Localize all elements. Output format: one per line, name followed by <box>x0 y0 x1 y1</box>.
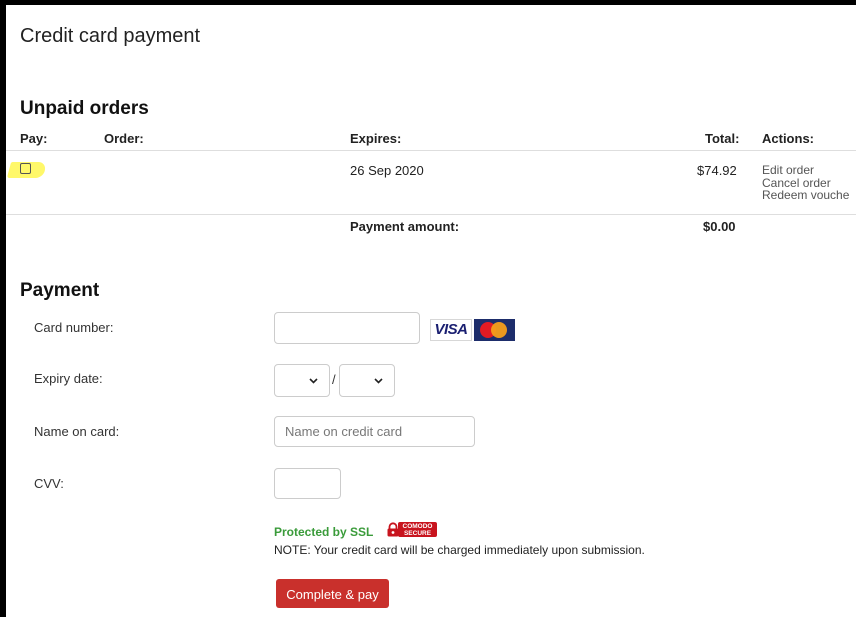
window-frame-left <box>0 0 6 617</box>
page-title: Credit card payment <box>20 25 201 47</box>
cvv-input[interactable] <box>274 468 341 499</box>
comodo-secure-badge: COMODO SECURE <box>384 521 438 539</box>
table-divider <box>6 214 856 215</box>
visa-logo: VISA <box>430 319 472 341</box>
total-cell: $74.92 <box>697 163 737 178</box>
expiry-date-label: Expiry date: <box>34 371 103 386</box>
card-number-label: Card number: <box>34 320 114 335</box>
unpaid-orders-heading: Unpaid orders <box>20 98 149 119</box>
complete-and-pay-button[interactable]: Complete & pay <box>276 579 389 608</box>
ssl-protection-text: Protected by SSL <box>274 525 374 539</box>
payment-amount-value: $0.00 <box>703 219 736 234</box>
column-header-order: Order: <box>104 131 144 146</box>
edit-order-link[interactable]: Edit order <box>762 164 849 177</box>
chevron-down-icon <box>374 378 383 384</box>
expiry-year-select[interactable] <box>339 364 395 397</box>
payment-heading: Payment <box>20 280 100 301</box>
actions-cell: Edit order Cancel order Redeem vouche <box>762 164 849 202</box>
pay-checkbox[interactable] <box>20 163 31 174</box>
expiry-month-select[interactable] <box>274 364 330 397</box>
mastercard-orange-circle <box>491 322 507 338</box>
column-header-pay: Pay: <box>20 131 48 146</box>
column-header-actions: Actions: <box>762 131 814 146</box>
expires-cell: 26 Sep 2020 <box>350 163 424 178</box>
table-divider <box>6 150 856 151</box>
column-header-total: Total: <box>705 131 740 146</box>
comodo-secure-text: COMODO SECURE <box>398 522 437 537</box>
name-on-card-label: Name on card: <box>34 424 120 439</box>
name-on-card-input[interactable] <box>274 416 475 447</box>
column-header-expires: Expires: <box>350 131 402 146</box>
redeem-voucher-link[interactable]: Redeem vouche <box>762 189 849 202</box>
charge-notice: NOTE: Your credit card will be charged i… <box>274 543 645 557</box>
mastercard-logo <box>474 319 515 341</box>
card-number-input[interactable] <box>274 312 420 344</box>
payment-amount-label: Payment amount: <box>350 219 460 234</box>
cvv-label: CVV: <box>34 476 64 491</box>
chevron-down-icon <box>309 378 318 384</box>
expiry-separator: / <box>332 372 336 387</box>
window-frame-top <box>0 0 856 5</box>
